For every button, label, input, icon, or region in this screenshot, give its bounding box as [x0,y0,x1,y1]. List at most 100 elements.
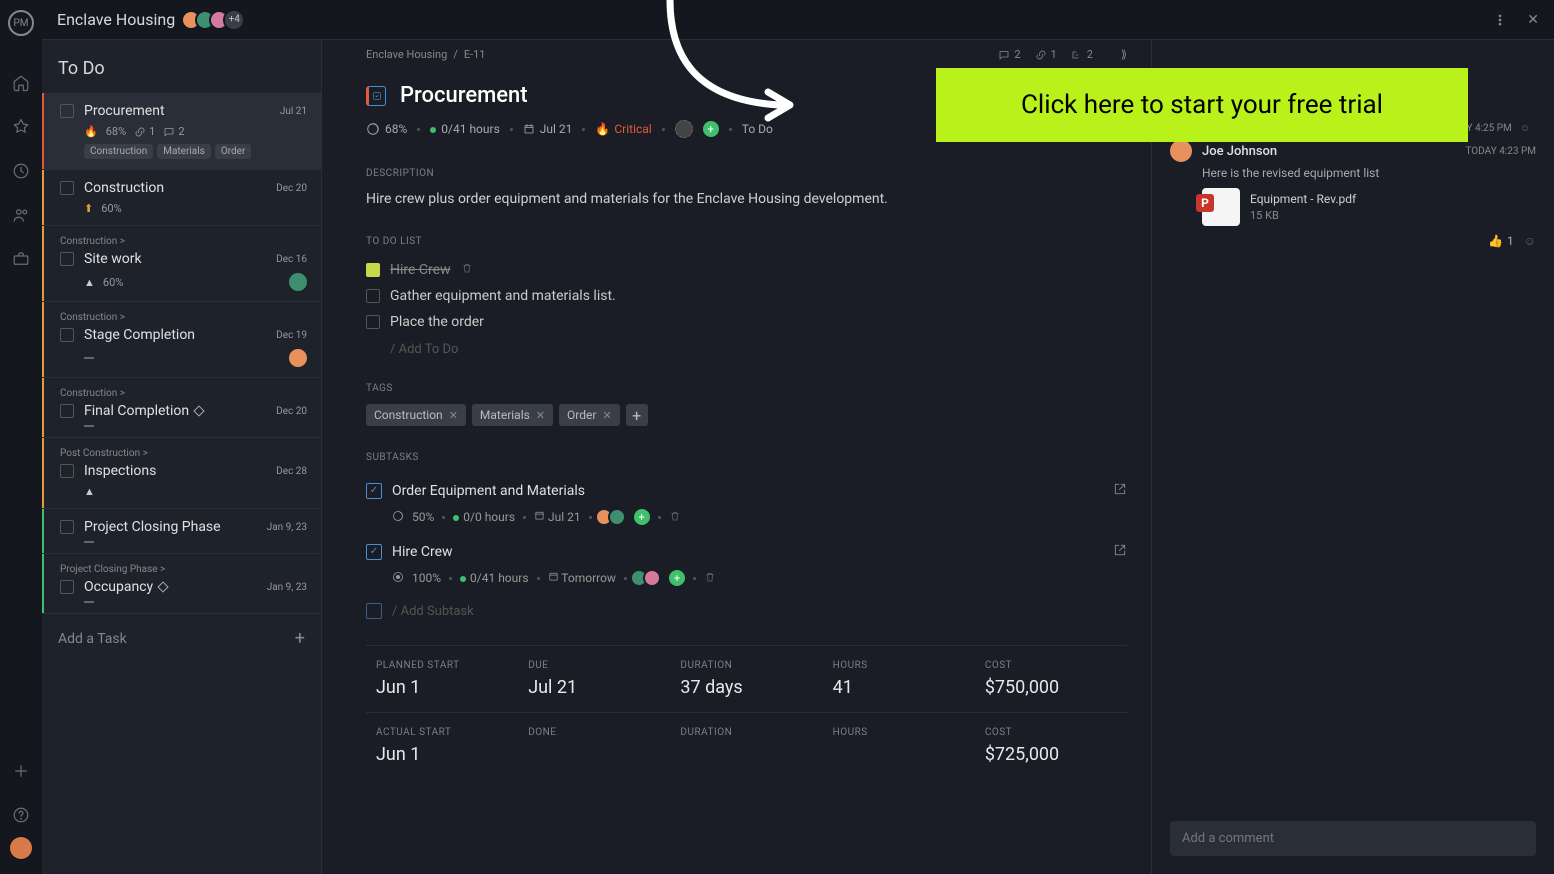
task-checkbox[interactable] [60,104,74,118]
task-checkbox[interactable] [60,464,74,478]
add-tag-button[interactable]: + [626,404,648,426]
people-icon[interactable] [11,205,31,225]
subtask-icon [366,603,382,619]
activity-panel: Click here to start your free trial TODA… [1151,40,1554,874]
subtask-icon: ✓ [366,544,382,560]
calendar-icon[interactable]: Tomorrow [548,571,616,585]
hours[interactable]: 0/41 hours [430,122,500,136]
thumbs-up-icon[interactable]: 👍 [1488,234,1503,248]
emoji-icon[interactable]: ☺ [1524,234,1536,248]
task-card[interactable]: ProcurementJul 21 🔥68% 1 2 Construction … [42,93,321,170]
remove-tag-icon[interactable]: ✕ [449,409,458,422]
due-date[interactable]: Jul 21 [523,122,573,136]
close-icon[interactable]: ✕ [1527,12,1539,28]
task-card[interactable]: Construction > Final CompletionDec 20 [42,378,321,438]
add-assignee-button[interactable]: + [703,121,719,137]
message-text: Here is the revised equipment list [1202,166,1536,180]
delete-icon[interactable] [669,510,681,525]
task-checkbox[interactable] [60,181,74,195]
milestone-icon [193,405,204,416]
expand-icon[interactable]: ⟫ [1121,48,1127,61]
briefcase-icon[interactable] [11,249,31,269]
activity-item: Joe Johnson TODAY 4:23 PM Here is the re… [1170,140,1536,248]
help-icon[interactable] [11,805,31,825]
progress[interactable]: 68% [366,122,407,136]
add-assignee-button[interactable]: + [669,570,685,586]
task-checkbox[interactable] [60,580,74,594]
task-list-panel: To Do ProcurementJul 21 🔥68% 1 2 Constru… [42,40,322,874]
dash-icon [84,357,94,359]
status[interactable]: To Do [742,122,773,136]
task-card[interactable]: Project Closing PhaseJan 9, 23 [42,509,321,554]
add-task-button[interactable]: Add a Task+ [42,614,321,663]
arrow-up-icon: ⬆ [84,202,93,215]
plus-icon: + [295,628,305,649]
delete-icon[interactable] [704,571,716,586]
project-title[interactable]: Enclave Housing [57,10,175,29]
task-checkbox[interactable] [60,328,74,342]
remove-tag-icon[interactable]: ✕ [602,409,611,422]
avatar-icon[interactable] [643,569,661,587]
task-card[interactable]: Post Construction > InspectionsDec 28 ▲ [42,438,321,509]
task-card[interactable]: Project Closing Phase > OccupancyJan 9, … [42,554,321,614]
calendar-icon[interactable]: Jul 21 [534,510,581,524]
todo-checkbox[interactable] [366,263,380,277]
reactions[interactable]: 👍1☺ [1202,234,1536,248]
subtask-item[interactable]: ✓Hire Crew 100% 0/41 hours Tomorrow + [366,534,1127,595]
todo-item[interactable]: Hire Crew [366,257,1127,283]
dash-icon [84,541,94,543]
task-card[interactable]: ConstructionDec 20 ⬆60% [42,170,321,226]
member-overflow[interactable]: +4 [223,9,245,31]
planned-stats: Planned StartJun 1 DueJul 21 Duration37 … [366,645,1127,712]
open-subtask-icon[interactable] [1113,542,1127,561]
description[interactable]: Hire crew plus order equipment and mater… [366,189,1127,210]
subtask-count[interactable]: 2 [1071,48,1093,61]
todo-checkbox[interactable] [366,289,380,303]
tag-chip[interactable]: Materials✕ [472,404,553,426]
task-title[interactable]: Procurement [400,83,528,108]
link-count[interactable]: 1 [1035,48,1057,61]
home-icon[interactable] [11,73,31,93]
add-subtask-button[interactable]: / Add Subtask [366,603,1127,619]
attachment[interactable]: P Equipment - Rev.pdf 15 KB [1202,188,1536,226]
priority[interactable]: 🔥 Critical [595,122,651,136]
todo-checkbox[interactable] [366,315,380,329]
comment-count[interactable]: 2 [998,48,1020,61]
delete-icon[interactable] [461,262,473,278]
tag-chip[interactable]: Construction✕ [366,404,466,426]
task-tag: Materials [157,144,211,159]
add-todo-button[interactable]: / Add To Do [366,335,1127,357]
open-subtask-icon[interactable] [1113,481,1127,500]
task-card[interactable]: Construction > Site workDec 16 ▲60% [42,226,321,302]
app-logo[interactable]: PM [8,10,34,36]
todo-item[interactable]: Gather equipment and materials list. [366,283,1127,309]
task-checkbox[interactable] [60,252,74,266]
clock-icon[interactable] [11,161,31,181]
task-checkbox[interactable] [60,520,74,534]
dash-icon [84,425,94,427]
avatar-icon[interactable] [608,508,626,526]
subtask-icon: ✓ [366,483,382,499]
member-avatars[interactable]: +4 [187,9,245,31]
cta-banner[interactable]: Click here to start your free trial [936,68,1468,142]
remove-tag-icon[interactable]: ✕ [536,409,545,422]
assignee-avatar[interactable] [289,349,307,367]
milestone-icon [158,581,169,592]
nav-rail: PM [0,0,42,874]
avatar-icon[interactable] [1170,140,1192,162]
task-card[interactable]: Construction > Stage CompletionDec 19 [42,302,321,378]
assignee-avatar[interactable] [289,273,307,291]
tag-chip[interactable]: Order✕ [559,404,620,426]
emoji-icon[interactable]: ☺ [1520,123,1530,134]
assignee-placeholder[interactable] [675,120,693,138]
comment-input[interactable] [1170,821,1536,856]
add-assignee-button[interactable]: + [634,509,650,525]
more-icon[interactable] [1493,13,1507,27]
subtask-item[interactable]: ✓Order Equipment and Materials 50% 0/0 h… [366,473,1127,534]
task-checkbox[interactable] [60,404,74,418]
user-avatar[interactable] [10,837,32,859]
author-name[interactable]: Joe Johnson [1202,144,1277,159]
todo-item[interactable]: Place the order [366,309,1127,335]
activity-icon[interactable] [11,117,31,137]
add-icon[interactable] [11,761,31,781]
